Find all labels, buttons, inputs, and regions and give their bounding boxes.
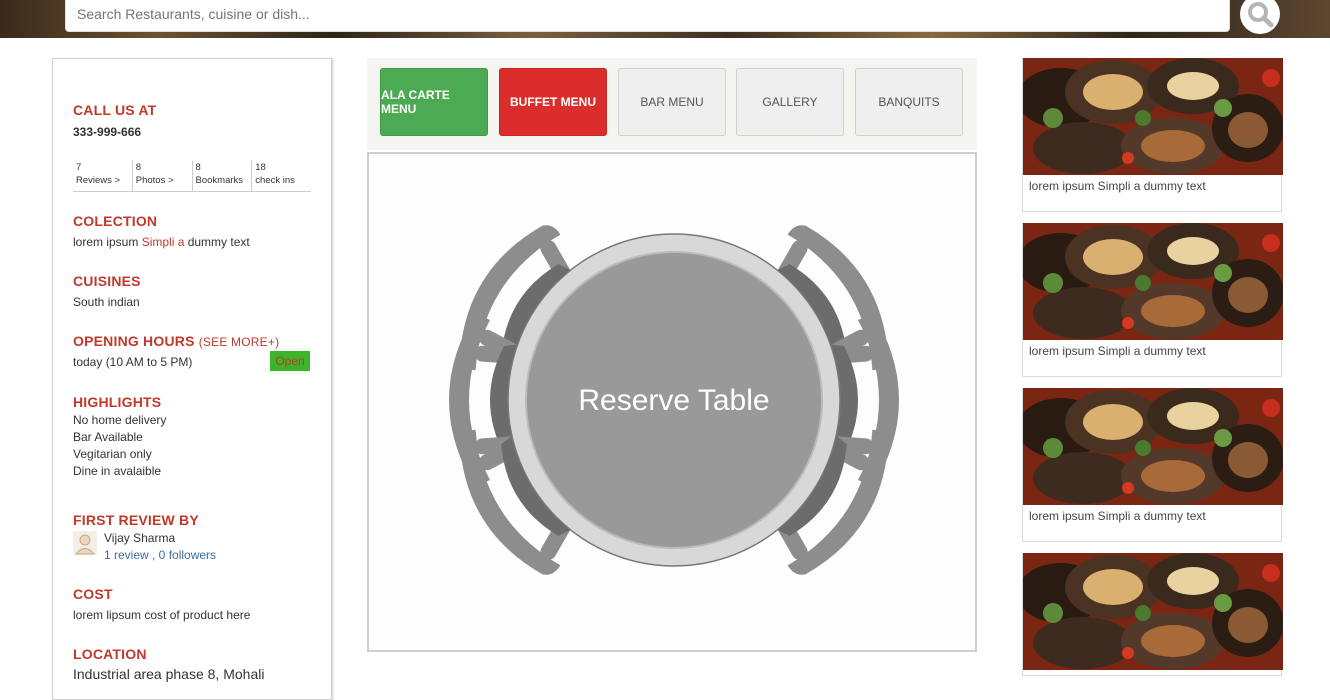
- search-input[interactable]: [65, 0, 1230, 32]
- avatar[interactable]: [73, 531, 97, 555]
- collection-heading: COLECTION: [73, 213, 158, 229]
- reviewer-name[interactable]: Vijay Sharma: [104, 531, 175, 545]
- promo-card[interactable]: lorem ipsum Simpli a dummy text: [1022, 223, 1283, 377]
- phone-number: 333-999-666: [73, 125, 142, 139]
- food-image: [1023, 58, 1283, 175]
- reserve-table-label[interactable]: Reserve Table: [578, 384, 769, 417]
- hours-heading: OPENING HOURS (SEE MORE+): [73, 333, 280, 349]
- stats-bar: 7 Reviews > 8 Photos > 8 Bookmarks 18 check …: [73, 161, 311, 192]
- collection-highlight[interactable]: Simpli a: [142, 235, 185, 249]
- see-more-link[interactable]: (SEE MORE+): [199, 335, 280, 349]
- card-caption: lorem ipsum Simpli a dummy text: [1029, 509, 1206, 523]
- round-table-illustration[interactable]: Reserve Table: [369, 154, 975, 650]
- collection-text: lorem ipsum Simpli a dummy text: [73, 235, 250, 249]
- tab-gallery[interactable]: GALLERY: [736, 68, 844, 136]
- promo-card[interactable]: lorem ipsum Simpli a dummy text: [1022, 58, 1283, 212]
- promo-card[interactable]: lorem ipsum Simpli a dummy text: [1022, 388, 1283, 542]
- food-image: [1023, 553, 1283, 670]
- location-heading: LOCATION: [73, 646, 147, 662]
- cuisines-heading: CUISINES: [73, 273, 141, 289]
- restaurant-info-sidebar: CALL US AT 333-999-666 7 Reviews > 8 Photo…: [52, 58, 332, 700]
- cost-heading: COST: [73, 586, 113, 602]
- tab-buffet-menu[interactable]: BUFFET MENU: [499, 68, 607, 136]
- open-status-badge: Open: [270, 351, 310, 371]
- menu-tab-bar: ALA CARTE MENU BUFFET MENU BAR MENU GALL…: [367, 58, 977, 150]
- stat-checkins[interactable]: 18 check ins: [252, 161, 311, 191]
- stat-reviews[interactable]: 7 Reviews >: [73, 161, 133, 191]
- tab-ala-carte-menu[interactable]: ALA CARTE MENU: [380, 68, 488, 136]
- cuisines-value: South indian: [73, 295, 140, 309]
- first-review-heading: FIRST REVIEW BY: [73, 512, 199, 528]
- food-image: [1023, 388, 1283, 505]
- stat-bookmarks[interactable]: 8 Bookmarks: [193, 161, 253, 191]
- user-avatar-icon: [73, 531, 97, 555]
- location-value: Industrial area phase 8, Mohali: [73, 666, 265, 682]
- food-image: [1023, 223, 1283, 340]
- tab-bar-menu[interactable]: BAR MENU: [618, 68, 726, 136]
- highlights-heading: HIGHLIGHTS: [73, 394, 162, 410]
- call-heading: CALL US AT: [73, 102, 157, 118]
- promo-card[interactable]: [1022, 553, 1283, 676]
- reviewer-meta-link[interactable]: 1 review , 0 followers: [104, 548, 216, 562]
- reserve-table-panel: Reserve Table: [367, 152, 977, 652]
- highlight-item: Vegitarian only: [73, 447, 152, 461]
- highlight-item: Bar Available: [73, 430, 143, 444]
- stat-photos[interactable]: 8 Photos >: [133, 161, 193, 191]
- card-caption: lorem ipsum Simpli a dummy text: [1029, 344, 1206, 358]
- highlight-item: Dine in avalaible: [73, 464, 162, 478]
- search-icon: [1248, 2, 1274, 28]
- hours-value: today (10 AM to 5 PM): [73, 355, 193, 369]
- card-caption: lorem ipsum Simpli a dummy text: [1029, 179, 1206, 193]
- tab-banquits[interactable]: BANQUITS: [855, 68, 963, 136]
- cost-value: lorem lipsum cost of product here: [73, 608, 251, 622]
- highlight-item: No home delivery: [73, 413, 167, 427]
